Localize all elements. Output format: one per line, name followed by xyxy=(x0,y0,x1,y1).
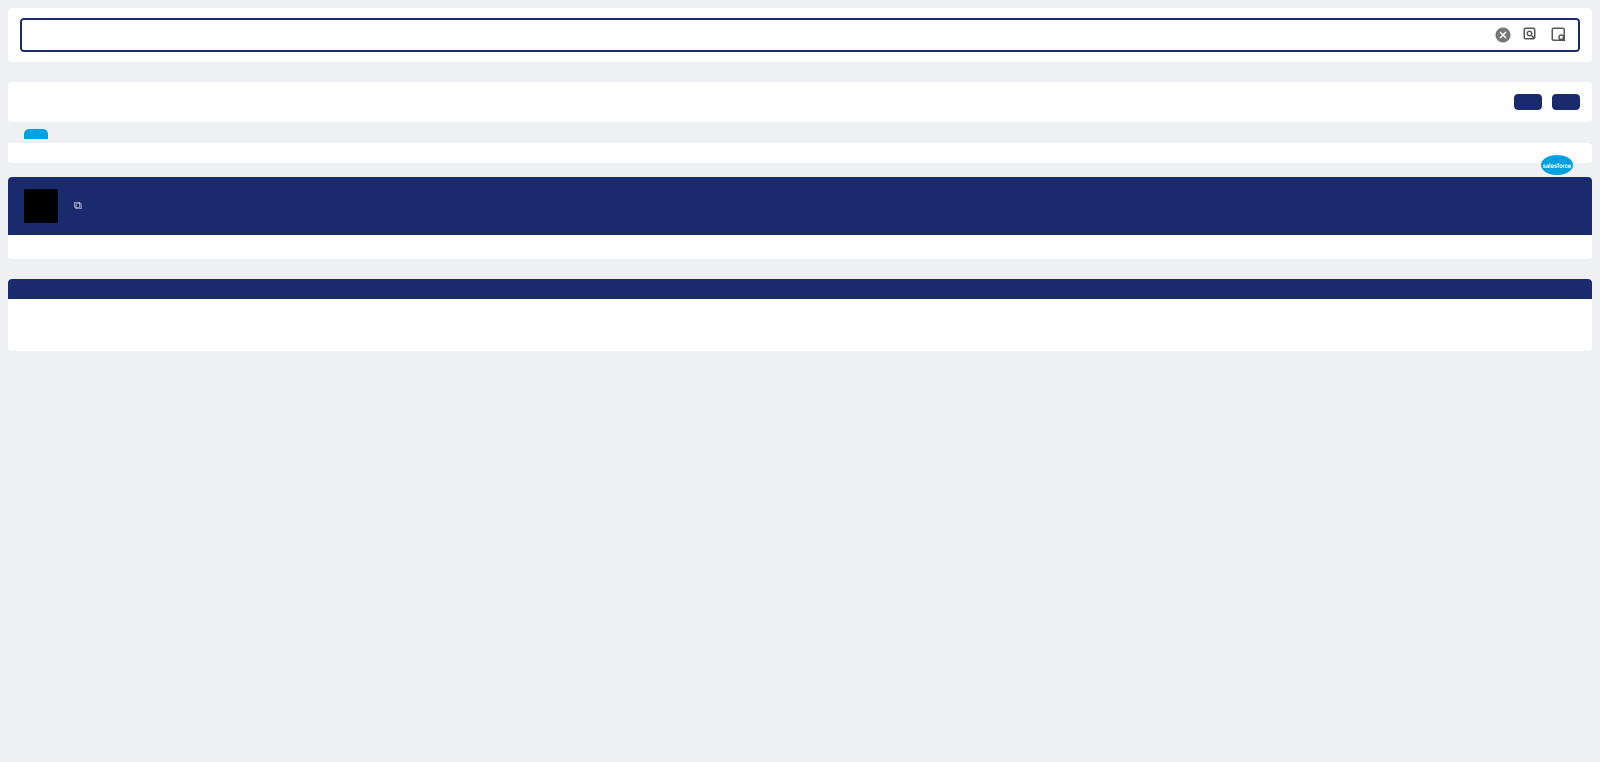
clear-icon[interactable] xyxy=(1494,26,1512,44)
info-block xyxy=(8,235,1592,259)
export-csv-button[interactable] xyxy=(1514,94,1542,110)
technologies-header xyxy=(8,279,1592,299)
search-icon[interactable] xyxy=(1522,26,1540,44)
external-link-icon: ⧉ xyxy=(74,199,82,212)
company-logo xyxy=(24,189,58,223)
salesforce-cloud-icon: salesforce xyxy=(1540,153,1574,181)
search-input[interactable] xyxy=(32,27,1494,43)
company-header: ⧉ xyxy=(8,177,1592,235)
advanced-search-icon[interactable] xyxy=(1550,26,1568,44)
technologies-body xyxy=(8,299,1592,351)
salesforce-tab[interactable] xyxy=(24,129,48,139)
search-field[interactable] xyxy=(20,18,1580,52)
push-salesforce-button[interactable] xyxy=(1552,94,1580,110)
action-bar xyxy=(8,82,1592,122)
search-bar xyxy=(8,8,1592,62)
salesforce-panel: salesforce xyxy=(8,143,1592,163)
svg-text:salesforce: salesforce xyxy=(1543,163,1572,170)
company-url[interactable]: ⧉ xyxy=(70,199,82,213)
